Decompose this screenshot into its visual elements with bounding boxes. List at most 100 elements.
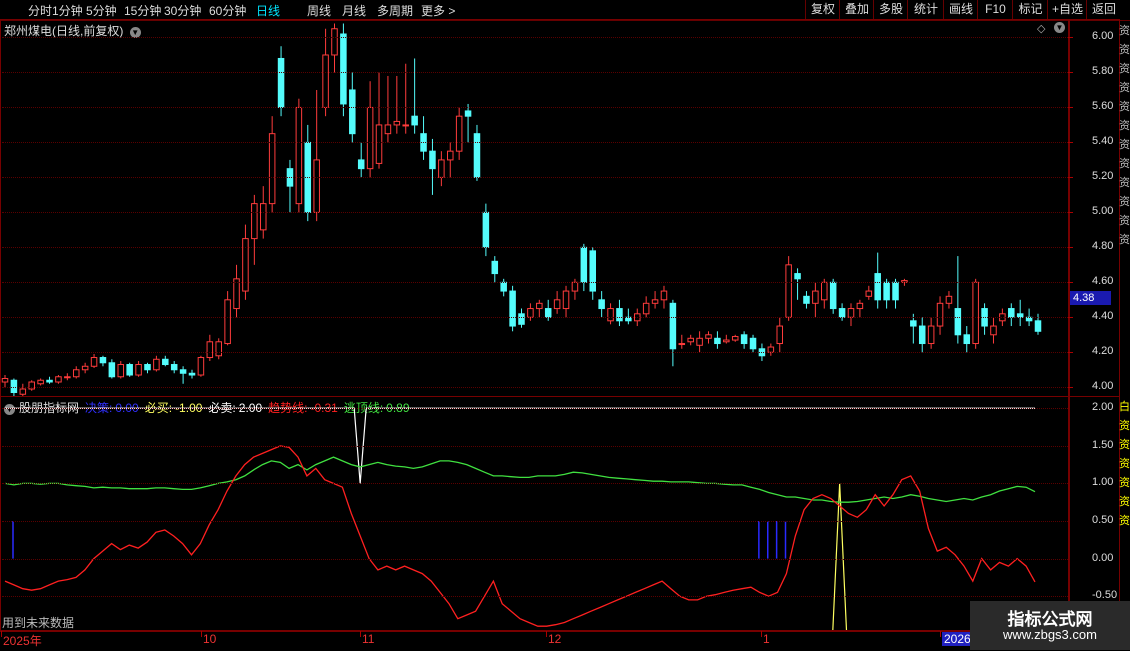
candle-down[interactable] xyxy=(464,110,472,117)
candle-down[interactable] xyxy=(589,250,597,292)
candle-up[interactable] xyxy=(322,54,329,108)
candle-up[interactable] xyxy=(696,337,703,346)
candle-up[interactable] xyxy=(651,299,659,304)
candle-up[interactable] xyxy=(153,358,160,371)
candle-up[interactable] xyxy=(331,28,338,56)
candle-up[interactable] xyxy=(90,357,98,367)
period-0[interactable]: 分时 xyxy=(28,2,52,19)
candle-up[interactable] xyxy=(295,106,303,205)
candle-up[interactable] xyxy=(865,290,873,297)
candle-down[interactable] xyxy=(500,281,507,292)
candle-down[interactable] xyxy=(803,295,810,304)
period-6[interactable]: 日线 xyxy=(256,2,280,19)
toolbar-button-5[interactable]: F10 xyxy=(977,0,1013,19)
candle-up[interactable] xyxy=(268,133,276,205)
period-1[interactable]: 1分钟 xyxy=(52,2,83,19)
candle-up[interactable] xyxy=(72,369,80,378)
candle-down[interactable] xyxy=(954,308,962,336)
candle-up[interactable] xyxy=(117,364,125,378)
candle-up[interactable] xyxy=(37,379,44,385)
candle-down[interactable] xyxy=(829,281,837,310)
candle-up[interactable] xyxy=(224,299,231,345)
period-10[interactable]: 更多 > xyxy=(421,2,455,19)
candle-down[interactable] xyxy=(740,334,748,345)
toolbar-button-3[interactable]: 统计 xyxy=(907,0,944,19)
candle-down[interactable] xyxy=(144,364,151,371)
period-2[interactable]: 5分钟 xyxy=(86,2,117,19)
candle-down[interactable] xyxy=(838,308,846,318)
candle-up[interactable] xyxy=(785,264,792,318)
candle-down[interactable] xyxy=(179,369,187,374)
candle-down[interactable] xyxy=(749,337,757,350)
candle-down[interactable] xyxy=(892,281,899,301)
period-7[interactable]: 周线 xyxy=(307,2,331,19)
candle-up[interactable] xyxy=(81,365,89,371)
candle-down[interactable] xyxy=(1034,320,1042,332)
indicator-chart[interactable] xyxy=(0,397,1068,630)
period-3[interactable]: 15分钟 xyxy=(124,2,161,19)
candle-up[interactable] xyxy=(821,281,828,301)
candle-down[interactable] xyxy=(108,362,116,378)
candle-down[interactable] xyxy=(188,372,196,376)
toolbar-button-8[interactable]: 返回 xyxy=(1086,0,1121,19)
candle-up[interactable] xyxy=(375,124,383,164)
candle-down[interactable] xyxy=(411,115,418,126)
candle-down[interactable] xyxy=(963,334,971,345)
candle-down[interactable] xyxy=(518,313,525,325)
toolbar-button-7[interactable]: +自选 xyxy=(1047,0,1087,19)
candle-up[interactable] xyxy=(402,124,409,127)
candle-up[interactable] xyxy=(571,281,579,292)
candle-down[interactable] xyxy=(669,302,677,350)
candle-up[interactable] xyxy=(990,325,997,336)
candle-down[interactable] xyxy=(277,57,285,108)
candle-down[interactable] xyxy=(883,281,890,301)
period-9[interactable]: 多周期 xyxy=(377,2,413,19)
candle-up[interactable] xyxy=(384,124,392,135)
candle-down[interactable] xyxy=(910,320,917,327)
candle-down[interactable] xyxy=(509,290,516,327)
candle-down[interactable] xyxy=(170,364,178,371)
candle-up[interactable] xyxy=(393,120,401,126)
candle-down[interactable] xyxy=(544,308,552,318)
candle-up[interactable] xyxy=(856,302,864,310)
candle-down[interactable] xyxy=(616,308,623,322)
candlestick-chart[interactable] xyxy=(0,20,1068,396)
candle-down[interactable] xyxy=(46,379,53,383)
candle-down[interactable] xyxy=(918,325,926,345)
candle-up[interactable] xyxy=(536,302,543,310)
candle-down[interactable] xyxy=(473,133,481,178)
candle-up[interactable] xyxy=(215,341,222,357)
candle-up[interactable] xyxy=(945,295,953,304)
candle-up[interactable] xyxy=(723,339,730,343)
candle-up[interactable] xyxy=(812,290,819,304)
period-4[interactable]: 30分钟 xyxy=(164,2,201,19)
candle-down[interactable] xyxy=(491,260,499,275)
candle-down[interactable] xyxy=(357,159,365,170)
candle-up[interactable] xyxy=(135,364,142,376)
toolbar-button-1[interactable]: 叠加 xyxy=(839,0,874,19)
period-8[interactable]: 月线 xyxy=(342,2,366,19)
candle-down[interactable] xyxy=(126,364,133,376)
candle-up[interactable] xyxy=(55,376,62,383)
candle-down[interactable] xyxy=(794,273,801,280)
toolbar-button-6[interactable]: 标记 xyxy=(1012,0,1048,19)
candle-down[interactable] xyxy=(874,273,881,301)
candle-down[interactable] xyxy=(340,33,347,105)
candle-up[interactable] xyxy=(206,341,214,359)
candle-up[interactable] xyxy=(259,203,267,231)
candle-up[interactable] xyxy=(705,334,712,339)
candle-down[interactable] xyxy=(162,358,169,366)
candle-up[interactable] xyxy=(553,299,561,310)
candle-up[interactable] xyxy=(366,106,374,170)
candle-up[interactable] xyxy=(660,290,668,301)
candle-down[interactable] xyxy=(429,150,436,170)
period-5[interactable]: 60分钟 xyxy=(209,2,246,19)
candle-up[interactable] xyxy=(197,357,205,376)
candle-up[interactable] xyxy=(936,302,944,327)
candle-down[interactable] xyxy=(99,357,107,364)
candle-up[interactable] xyxy=(527,308,534,318)
candle-down[interactable] xyxy=(598,299,605,310)
candle-up[interactable] xyxy=(607,308,614,322)
candle-up[interactable] xyxy=(731,336,739,341)
candle-up[interactable] xyxy=(446,150,454,161)
